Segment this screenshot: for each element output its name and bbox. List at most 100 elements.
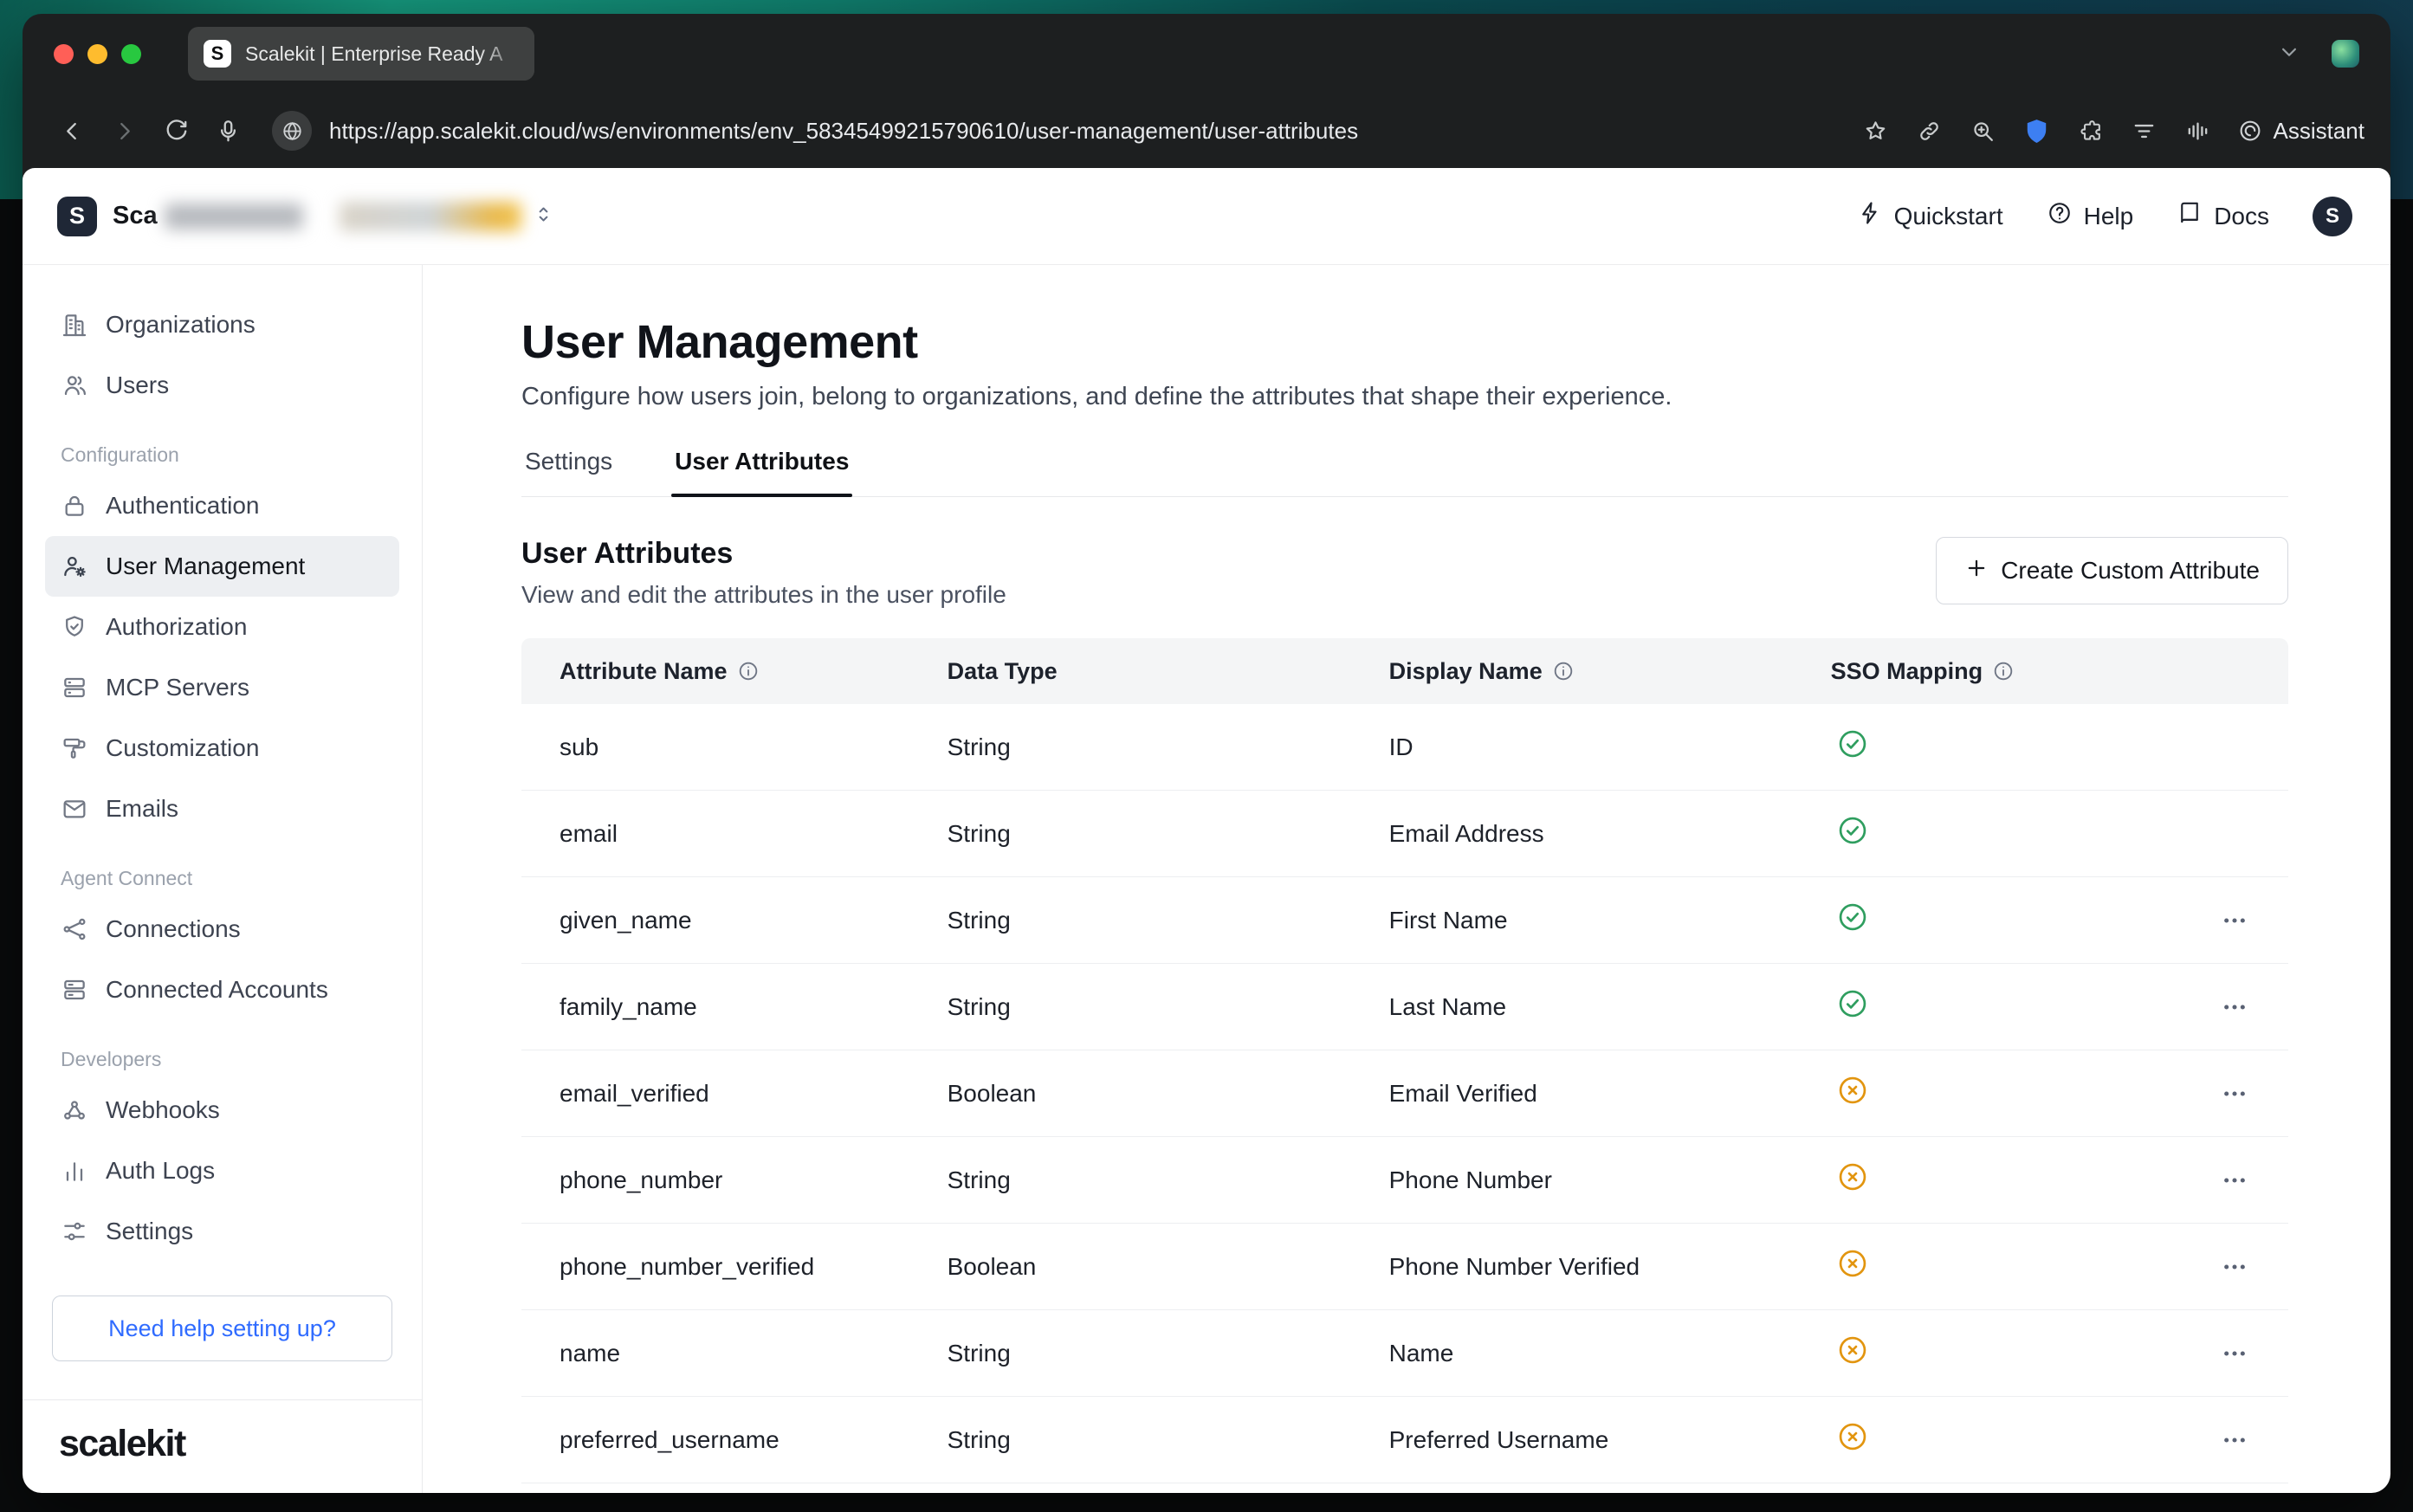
table-row-given-name: given_nameStringFirst Name [521,877,2288,964]
users-icon [61,372,88,399]
forward-button[interactable] [100,107,147,154]
reload-button[interactable] [152,107,199,154]
create-custom-attribute-button[interactable]: Create Custom Attribute [1936,537,2288,604]
display-name-cell: Name [1389,1340,1831,1367]
adblock-shield-extension-icon[interactable] [2014,107,2060,154]
connections-icon [61,915,88,943]
docs-button[interactable]: Docs [2177,200,2269,232]
workspace-name[interactable]: Sca [113,202,158,230]
window-controls [54,44,141,64]
tab-user-attributes[interactable]: User Attributes [671,448,852,496]
attribute-name-cell: preferred_username [521,1426,948,1454]
sso-mapping-cell [1831,1334,2205,1373]
microphone-icon[interactable] [204,107,251,154]
filter-lines-icon[interactable] [2121,107,2168,154]
row-actions-cell [2205,1071,2288,1116]
display-name-cell: Phone Number Verified [1389,1253,1831,1281]
sidebar-item-emails[interactable]: Emails [45,779,399,839]
quickstart-button[interactable]: Quickstart [1857,200,2003,232]
attribute-name-cell: given_name [521,907,948,934]
zoom-search-icon[interactable] [1960,107,2007,154]
scalekit-app: S Sca QuickstartHelpDocs S Organizations… [23,168,2390,1493]
sidebar-item-label: Emails [106,795,178,823]
user-avatar[interactable]: S [2313,197,2352,236]
display-name-cell: ID [1389,733,1831,761]
data-type-cell: String [948,733,1389,761]
sidebar-nav: OrganizationsUsers Configuration Authentic… [45,294,399,1262]
row-menu-button[interactable] [2210,1331,2259,1376]
tab-settings[interactable]: Settings [521,448,616,496]
attribute-name-cell: email_verified [521,1080,948,1108]
url-text: https://app.scalekit.cloud/ws/environmen… [329,118,1358,145]
sidebar-item-label: User Management [106,552,305,580]
bookmark-star-icon[interactable] [1853,107,1899,154]
zap-icon [1857,200,1883,232]
minimize-window-button[interactable] [87,44,107,64]
extensions-puzzle-icon[interactable] [2067,107,2114,154]
sso-unmapped-x-icon [1836,1074,1869,1107]
assistant-button[interactable]: Assistant [2237,118,2365,145]
row-menu-button[interactable] [2210,1071,2259,1116]
sliders-icon [61,1218,88,1245]
sso-mapping-cell [1831,814,2205,853]
row-actions-cell [2205,1331,2288,1376]
browser-tab[interactable]: S Scalekit | Enterprise Ready A [188,27,534,81]
sidebar-item-webhooks[interactable]: Webhooks [45,1080,399,1140]
site-globe-icon[interactable] [272,111,312,151]
row-menu-button[interactable] [2210,985,2259,1030]
tab-list-chevron-down-icon[interactable] [2276,39,2302,69]
row-menu-button[interactable] [2210,1158,2259,1203]
row-menu-button[interactable] [2210,1244,2259,1289]
page-subtitle: Configure how users join, belong to orga… [521,383,2288,411]
zoom-window-button[interactable] [121,44,141,64]
table-body: subStringIDemailStringEmail Addressgiven… [521,704,2288,1483]
sidebar-item-connections[interactable]: Connections [45,899,399,960]
browser-toolbar: https://app.scalekit.cloud/ws/environmen… [23,94,2390,168]
docs-label: Docs [2214,203,2269,230]
back-button[interactable] [49,107,95,154]
sso-unmapped-x-icon [1836,1247,1869,1280]
url-bar[interactable]: https://app.scalekit.cloud/ws/environmen… [272,104,1832,158]
row-menu-button[interactable] [2210,898,2259,943]
column-header-label: SSO Mapping [1831,658,1983,685]
paint-icon [61,734,88,762]
header-nav: Quickstart Help Docs [1857,200,2269,232]
info-icon[interactable] [1992,660,2015,682]
create-button-label: Create Custom Attribute [2001,557,2260,585]
close-window-button[interactable] [54,44,74,64]
help-button[interactable]: Help [2047,200,2134,232]
sidebar-spacer [45,1262,399,1296]
redacted-environment-name [340,202,521,231]
browser-profile-avatar[interactable] [2332,40,2359,68]
copy-link-icon[interactable] [1906,107,1953,154]
sidebar-item-organizations[interactable]: Organizations [45,294,399,355]
sidebar-item-settings[interactable]: Settings [45,1201,399,1262]
need-help-button[interactable]: Need help setting up? [52,1296,392,1361]
sidebar-section-label-configuration: Configuration [45,443,399,467]
table-row-email: emailStringEmail Address [521,791,2288,877]
sidebar-item-auth-logs[interactable]: Auth Logs [45,1140,399,1201]
row-menu-button[interactable] [2210,1418,2259,1463]
sidebar-item-mcp-servers[interactable]: MCP Servers [45,657,399,718]
info-icon[interactable] [737,660,760,682]
sidebar-item-customization[interactable]: Customization [45,718,399,779]
sidebar-item-users[interactable]: Users [45,355,399,416]
sso-mapping-cell [1831,987,2205,1026]
sidebar-item-connected-accounts[interactable]: Connected Accounts [45,960,399,1020]
column-header-label: Data Type [948,658,1058,685]
waveform-icon[interactable] [2175,107,2222,154]
sidebar-brand-area: scalekit [23,1399,422,1493]
sso-unmapped-x-icon [1836,1420,1869,1453]
sidebar-item-label: Auth Logs [106,1157,215,1185]
column-header-attribute-name: Attribute Name [521,658,948,685]
info-icon[interactable] [1552,660,1575,682]
logs-icon [61,1157,88,1185]
environment-selector[interactable] [340,202,555,231]
sidebar-item-label: Connections [106,915,241,943]
sidebar-item-authentication[interactable]: Authentication [45,475,399,536]
sidebar-section-label-developers: Developers [45,1048,399,1071]
sidebar-item-user-management[interactable]: User Management [45,536,399,597]
display-name-cell: Preferred Username [1389,1426,1831,1454]
sidebar-section-label-agent-connect: Agent Connect [45,867,399,890]
sidebar-item-authorization[interactable]: Authorization [45,597,399,657]
